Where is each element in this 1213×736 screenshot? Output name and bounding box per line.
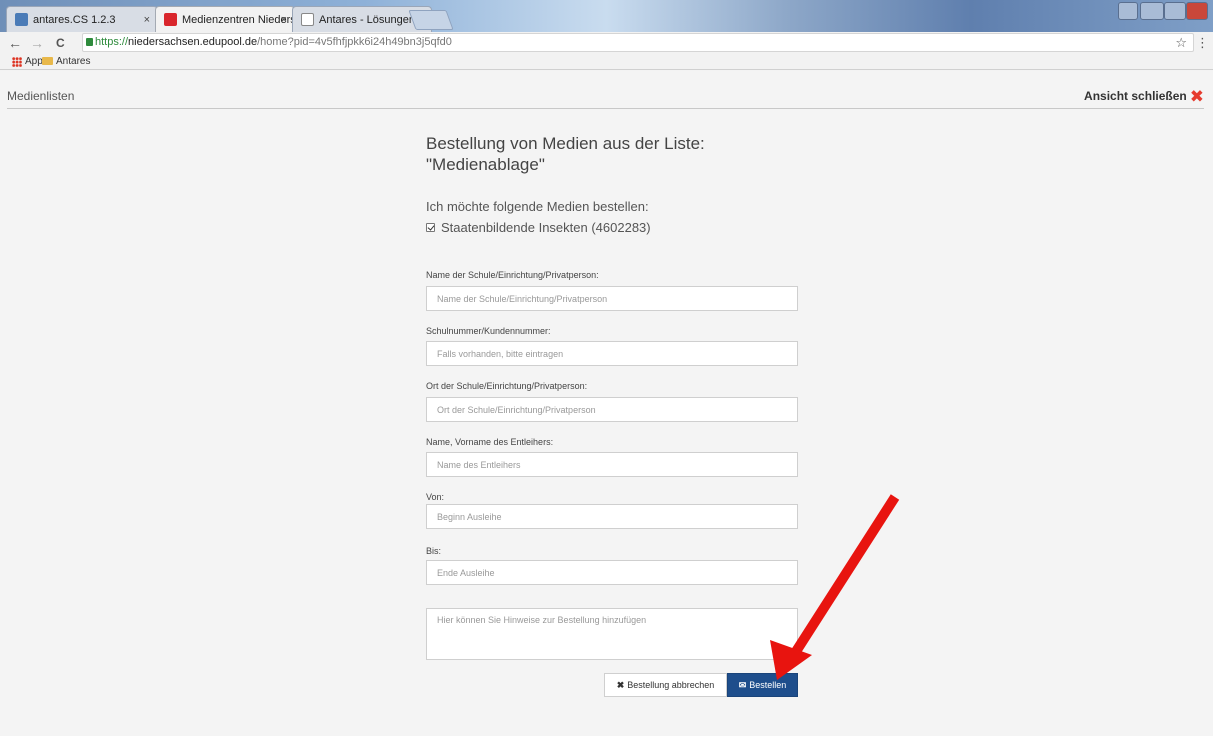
location-input[interactable]: [426, 397, 798, 422]
bookmark-antares[interactable]: Antares: [56, 54, 90, 69]
submit-order-label: Bestellen: [749, 679, 787, 690]
close-view-label: Ansicht schließen: [1084, 89, 1187, 103]
forward-button[interactable]: →: [30, 34, 44, 52]
school-name-input[interactable]: [426, 286, 798, 311]
form-heading-line1: Bestellung von Medien aus der Liste:: [426, 134, 705, 153]
location-label: Ort der Schule/Einrichtung/Privatperson:: [426, 381, 588, 391]
window-extra-button[interactable]: [1118, 2, 1138, 20]
cancel-order-label: Bestellung abbrechen: [627, 679, 715, 690]
url-scheme: https://: [95, 36, 129, 48]
reload-button[interactable]: C: [56, 34, 65, 52]
new-tab-button[interactable]: [408, 10, 454, 30]
borrower-name-label: Name, Vorname des Entleihers:: [426, 437, 554, 447]
page-header: Medienlisten Ansicht schließen ✖: [7, 87, 1204, 109]
back-button[interactable]: ←: [8, 34, 22, 52]
order-notes-textarea[interactable]: [426, 608, 798, 660]
browser-tab-medienzentren[interactable]: Medienzentren Niedersa ×: [155, 6, 295, 32]
form-heading-line2: "Medienablage": [426, 155, 545, 174]
customer-number-label: Schulnummer/Kundennummer:: [426, 326, 551, 336]
close-view-link[interactable]: Ansicht schließen ✖: [1084, 87, 1204, 107]
browser-tab-antares-cs[interactable]: antares.CS 1.2.3 ×: [6, 6, 158, 32]
bookmarks-bar: Apps Antares: [0, 54, 1213, 70]
url-path: /home?pid=4v5fhfjpkk6i24h49bn3j5qfd0: [257, 36, 452, 48]
apps-grid-icon: [12, 57, 22, 67]
browser-tab-strip: antares.CS 1.2.3 × Medienzentren Nieders…: [0, 0, 1213, 32]
customer-number-input[interactable]: [426, 341, 798, 366]
page-content: Medienlisten Ansicht schließen ✖ Bestellu…: [0, 71, 1213, 736]
tab-title: antares.CS 1.2.3: [33, 14, 116, 26]
media-item-checkbox[interactable]: Staatenbildende Insekten (4602283): [426, 220, 651, 235]
close-icon: ✖: [1189, 87, 1204, 106]
close-icon[interactable]: ×: [281, 7, 287, 32]
gear-icon: [15, 13, 28, 26]
folder-icon: [42, 57, 53, 65]
shield-icon: [164, 13, 177, 26]
page-icon: [301, 13, 314, 26]
form-intro: Ich möchte folgende Medien bestellen:: [426, 199, 649, 214]
address-bar-row: ← → C https://niedersachsen.edupool.de/h…: [0, 32, 1213, 54]
url-domain: niedersachsen.edupool.de: [128, 36, 258, 48]
cancel-order-button[interactable]: ✖ Bestellung abbrechen: [604, 673, 727, 697]
close-icon: ✖: [616, 679, 625, 690]
to-date-input[interactable]: [426, 560, 798, 585]
to-date-label: Bis:: [426, 546, 442, 556]
close-icon[interactable]: ×: [144, 7, 150, 32]
submit-order-button[interactable]: ✉ Bestellen: [727, 673, 798, 697]
page-title: Medienlisten: [7, 89, 75, 103]
bookmark-star-icon[interactable]: ☆: [1175, 34, 1187, 51]
media-item-label: Staatenbildende Insekten (4602283): [441, 220, 651, 235]
school-name-label: Name der Schule/Einrichtung/Privatperson…: [426, 270, 599, 280]
borrower-name-input[interactable]: [426, 452, 798, 477]
maximize-button[interactable]: [1164, 2, 1186, 20]
form-heading: Bestellung von Medien aus der Liste: "Me…: [426, 133, 798, 175]
envelope-icon: ✉: [738, 679, 747, 690]
checkbox-checked-icon[interactable]: [426, 223, 435, 232]
url-field[interactable]: https://niedersachsen.edupool.de/home?pi…: [82, 33, 1194, 52]
from-date-label: Von:: [426, 492, 445, 502]
order-form: Bestellung von Medien aus der Liste: "Me…: [426, 133, 798, 697]
tab-title: Medienzentren Niedersa: [182, 14, 295, 26]
browser-menu-icon[interactable]: ⋮: [1196, 35, 1209, 51]
lock-icon: [86, 38, 93, 46]
minimize-button[interactable]: [1140, 2, 1164, 20]
close-window-button[interactable]: [1186, 2, 1208, 20]
from-date-input[interactable]: [426, 504, 798, 529]
